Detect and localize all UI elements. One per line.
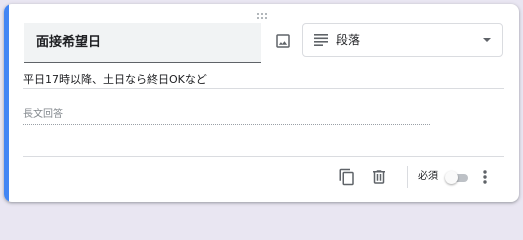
question-type-select[interactable]: 段落 bbox=[302, 23, 503, 57]
toolbar-divider bbox=[407, 166, 408, 188]
paragraph-icon bbox=[314, 34, 328, 46]
required-label: 必須 bbox=[418, 171, 438, 182]
long-answer-placeholder: 長文回答 bbox=[23, 107, 430, 125]
required-toggle[interactable] bbox=[445, 170, 469, 184]
question-description-input[interactable]: 平日17時以降、土日なら終日OKなど bbox=[23, 71, 504, 89]
toggle-thumb bbox=[445, 171, 458, 184]
dropdown-caret-icon bbox=[483, 38, 491, 42]
question-card[interactable]: 面接希望日 段落 平日17時以降、土日なら終日OKなど 長文回答 必須 bbox=[4, 4, 519, 202]
duplicate-icon[interactable] bbox=[338, 168, 356, 186]
question-title-input[interactable]: 面接希望日 bbox=[24, 23, 261, 63]
footer-divider bbox=[23, 156, 504, 157]
active-card-accent-bar bbox=[4, 4, 9, 202]
drag-handle-icon[interactable] bbox=[257, 13, 269, 19]
image-icon[interactable] bbox=[274, 32, 292, 50]
more-vert-icon[interactable] bbox=[478, 168, 492, 186]
trash-icon[interactable] bbox=[370, 168, 388, 186]
question-type-label: 段落 bbox=[336, 33, 361, 47]
